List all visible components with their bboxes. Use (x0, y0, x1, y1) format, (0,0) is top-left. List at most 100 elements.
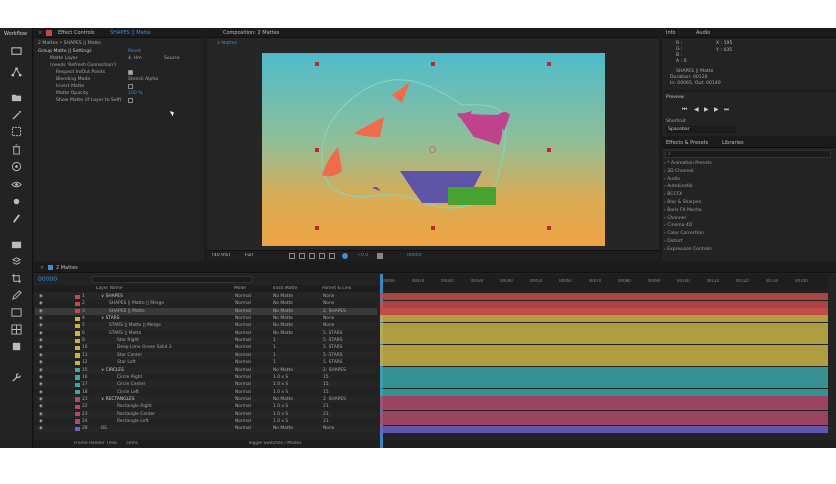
label-color-swatch[interactable] (75, 294, 80, 299)
visibility-eye-icon[interactable]: ◉ (39, 344, 43, 351)
layer-name[interactable]: Star Center (117, 352, 142, 359)
layer-row[interactable]: ◉ 1 ∨ SHAPES Normal No Matte None (35, 293, 377, 301)
layer-mode-select[interactable]: Normal (235, 300, 251, 307)
visibility-eye-icon[interactable]: ◉ (39, 425, 43, 432)
plugin-icon[interactable] (9, 341, 23, 352)
layer-parent-select[interactable]: None (323, 293, 334, 300)
visibility-eye-icon[interactable]: ◉ (39, 389, 43, 396)
visibility-eye-icon[interactable]: ◉ (39, 352, 43, 359)
layer-parent-select[interactable]: 5. STARS (323, 330, 343, 337)
label-color-swatch[interactable] (75, 397, 80, 402)
timeline-search-input[interactable] (92, 276, 252, 283)
respect-pivots-checkbox[interactable] (128, 70, 133, 75)
label-color-swatch[interactable] (75, 412, 80, 417)
layer-mode-select[interactable]: Normal (235, 308, 251, 315)
layer-parent-select[interactable]: None (323, 425, 334, 432)
close-icon[interactable]: × (38, 29, 42, 37)
layer-row[interactable]: ◉ 12 Star Left Normal 1 5. STARS (35, 359, 377, 367)
layer-mode-select[interactable]: Normal (235, 344, 251, 351)
label-color-swatch[interactable] (75, 331, 80, 336)
layer-mode-select[interactable]: Normal (235, 374, 251, 381)
label-color-swatch[interactable] (75, 338, 80, 343)
channel-icon[interactable] (329, 253, 335, 259)
layer-track-matte[interactable]: No Matte (273, 425, 293, 432)
record-icon[interactable] (9, 196, 23, 207)
bbox-handle[interactable] (547, 226, 551, 230)
effects-category-item[interactable]: › 3D Channel (664, 169, 693, 174)
effects-category-item[interactable]: › Audio (664, 177, 680, 182)
layer-duration-bar[interactable] (380, 374, 828, 382)
close-icon[interactable]: × (40, 264, 44, 272)
layer-row[interactable]: ◉ 4 ∨ STARS Normal No Matte None (35, 315, 377, 323)
visibility-eye-icon[interactable]: ◉ (39, 418, 43, 425)
folder-icon[interactable] (9, 92, 23, 103)
layer-row[interactable]: ◉ 17 Circle Center Normal 1.0 x S 15. (35, 381, 377, 389)
layer-duration-bar[interactable] (380, 403, 828, 411)
label-color-swatch[interactable] (75, 301, 80, 307)
layer-row[interactable]: ◉ 6 STARS || Matte Normal No Matte 5. STARS (35, 329, 377, 338)
layer-duration-bar[interactable] (380, 381, 828, 389)
layer-duration-bar[interactable] (380, 293, 828, 301)
layer-duration-bar[interactable] (380, 352, 828, 359)
layer-parent-select[interactable]: None (323, 315, 334, 322)
wand-icon[interactable] (9, 110, 23, 121)
layer-row[interactable]: ◉ 23 Rectangle Center Normal 1.0 x S 21. (35, 410, 377, 418)
layer-track-matte[interactable]: No Matte (273, 330, 293, 337)
layers-icon[interactable] (9, 256, 23, 267)
visibility-eye-icon[interactable]: ◉ (39, 322, 43, 329)
layer-row[interactable]: ◉ 24 Rectangle Left Normal 1.0 x S 21. (35, 417, 377, 426)
layer-mode-select[interactable]: Normal (235, 403, 251, 410)
layer-track-matte[interactable]: 1.0 x S (273, 389, 288, 396)
bbox-handle[interactable] (315, 62, 319, 66)
label-color-swatch[interactable] (75, 375, 80, 380)
visibility-eye-icon[interactable]: ◉ (39, 396, 43, 403)
layer-row[interactable]: ◉ 16 Circle Right Normal 1.0 x S 15. (35, 373, 377, 382)
layer-row[interactable]: ◉ 28 BG Normal No Matte None (35, 425, 377, 433)
visibility-eye-icon[interactable]: ◉ (39, 293, 43, 300)
mask-icon[interactable] (309, 253, 315, 259)
target-icon[interactable] (9, 161, 23, 172)
layer-name[interactable]: SHAPES || Matte || Merge (109, 300, 164, 307)
layer-duration-bar[interactable] (380, 300, 828, 308)
layer-row[interactable]: ◉ 3 SHAPES || Matte Normal No Matte 2. SHAPES (35, 307, 377, 315)
layer-duration-bar[interactable] (380, 329, 828, 337)
layer-track-matte[interactable]: 1.0 x S (273, 411, 288, 418)
layer-duration-bar[interactable] (380, 307, 828, 315)
effects-category-item[interactable]: › Boris FX Mocha (664, 208, 702, 213)
layer-row[interactable]: ◉ 2 SHAPES || Matte || Merge Normal No Matte… (35, 300, 377, 308)
effects-category-item[interactable]: › Distort (664, 239, 682, 244)
layer-track-matte[interactable]: No Matte (273, 322, 293, 329)
effects-category-item[interactable]: › Channel (664, 216, 686, 221)
invert-matte-checkbox[interactable] (128, 84, 133, 89)
layer-track-matte[interactable]: No Matte (273, 367, 293, 374)
layer-name[interactable]: Circle Right (117, 374, 142, 381)
snapshot-icon[interactable] (377, 253, 383, 259)
layer-name[interactable]: STARS || Matte || Merge (109, 322, 161, 329)
effects-category-item[interactable]: › Cinema 4D (664, 223, 692, 228)
layer-parent-select[interactable]: None (323, 322, 334, 329)
viewer-timecode[interactable]: 00000 (407, 253, 422, 259)
visibility-eye-icon[interactable]: ◉ (39, 300, 43, 307)
label-color-swatch[interactable] (75, 316, 80, 321)
bbox-handle[interactable] (547, 148, 551, 152)
layer-track-matte[interactable]: 1.0 x S (273, 374, 288, 381)
label-color-swatch[interactable] (75, 390, 80, 395)
layer-mode-select[interactable]: Normal (235, 411, 251, 418)
label-color-swatch[interactable] (75, 345, 80, 351)
tab-effect-controls[interactable]: Effect Controls (58, 29, 95, 37)
visibility-eye-icon[interactable]: ◉ (39, 315, 43, 322)
layer-mode-select[interactable]: Normal (235, 322, 251, 329)
visibility-eye-icon[interactable]: ◉ (39, 374, 43, 381)
layer-name[interactable]: BG (101, 425, 107, 432)
layer-track-matte[interactable]: 1 (273, 352, 276, 359)
layer-row[interactable]: ◉ 18 Circle Left Normal 1.0 x S 15. (35, 388, 377, 396)
layer-mode-select[interactable]: Normal (235, 396, 251, 403)
label-color-swatch[interactable] (75, 404, 80, 410)
layer-parent-select[interactable]: None (323, 300, 334, 307)
label-color-swatch[interactable] (75, 368, 80, 373)
layer-parent-select[interactable]: 21. (323, 418, 330, 425)
layer-track-matte[interactable]: No Matte (273, 315, 293, 322)
layer-duration-bar[interactable] (380, 396, 828, 404)
layer-name[interactable]: Rectangle Left (117, 418, 149, 425)
layer-name[interactable]: ∨ CIRCLES (101, 367, 124, 374)
